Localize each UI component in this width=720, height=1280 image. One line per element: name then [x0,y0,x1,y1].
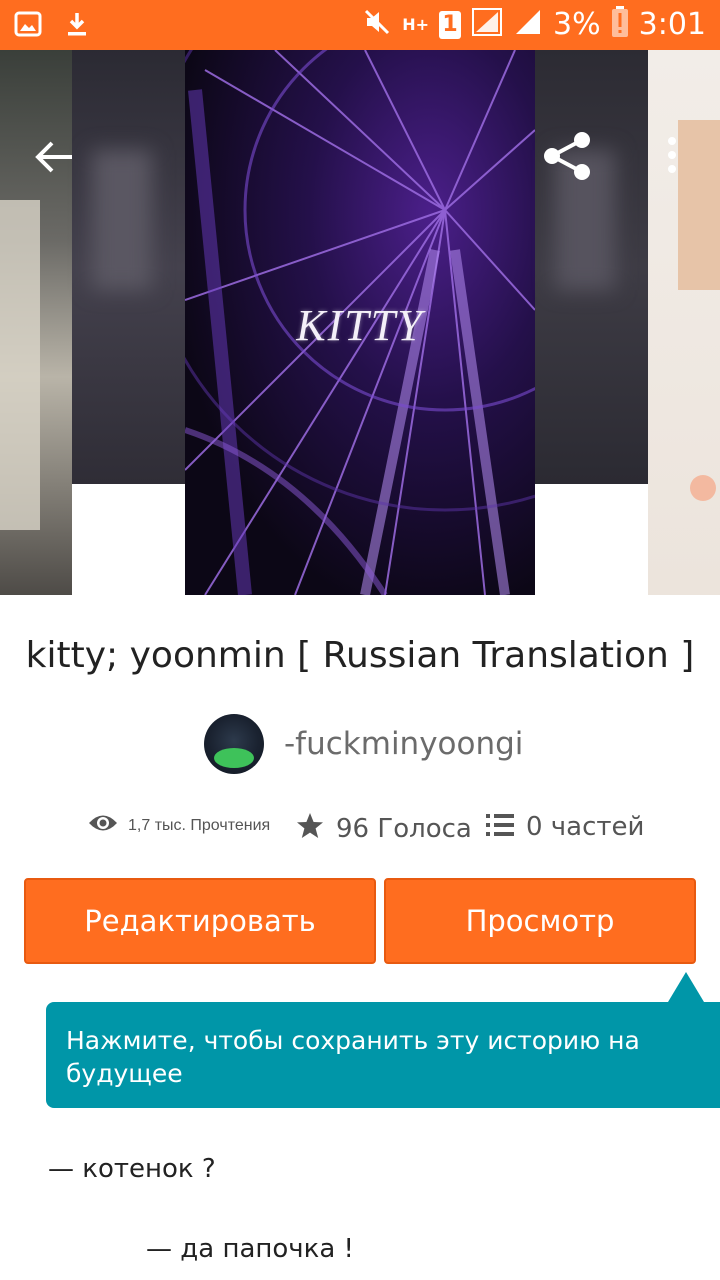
star-icon [296,812,324,845]
back-button[interactable] [34,140,74,174]
more-vert-icon [662,137,682,180]
story-cover[interactable]: KITTY [185,50,535,595]
status-bar-left [14,10,90,43]
reads-count: 1,7 тыс. Прочтения [128,816,271,834]
story-text-line: — котенок ? [48,1154,216,1184]
mute-icon [362,7,392,42]
battery-alert-icon [611,6,629,43]
cover-next[interactable] [535,50,648,484]
votes-count: 96 Голоса [336,813,472,844]
author-name[interactable]: -fuckminyoongi [284,726,523,762]
avatar[interactable] [204,714,264,774]
story-stats: 1,7 тыс. Прочтения 96 Голоса 0 частей [0,808,720,852]
cover-prev[interactable] [72,50,185,484]
gallery-icon [14,10,42,43]
cover-prev-far[interactable] [0,50,72,595]
story-title: kitty; yoonmin [ Russian Translation ] [25,635,695,676]
cover-title: KITTY [296,301,424,350]
share-button[interactable] [542,130,594,182]
story-text-line: — да папочка ! [146,1234,354,1264]
parts-count: 0 частей [526,812,645,842]
share-icon [542,132,594,186]
signal-icon [513,7,543,42]
author-row[interactable]: -fuckminyoongi [0,712,720,776]
download-icon [64,10,90,43]
edit-button[interactable]: Редактировать [24,878,376,964]
sim-icon: 1 [439,10,462,39]
view-button[interactable]: Просмотр [384,878,696,964]
votes-stat: 96 Голоса [296,812,472,845]
eye-icon [88,812,118,839]
back-arrow-icon [34,141,74,178]
status-bar: H+ 1 3% 3:01 [0,0,720,50]
battery-percent: 3% [553,7,601,42]
list-icon [486,813,514,842]
status-bar-right: H+ 1 3% 3:01 [362,6,706,43]
cover-carousel[interactable]: KITTY [0,50,720,595]
reads-stat: 1,7 тыс. Прочтения [88,812,270,839]
save-story-tooltip[interactable]: Нажмите, чтобы сохранить эту историю на … [46,1002,720,1108]
signal-icon [471,7,503,42]
clock: 3:01 [638,7,706,42]
tooltip-arrow [668,972,704,1002]
parts-stat: 0 частей [486,812,644,842]
more-options-button[interactable] [662,136,682,176]
data-icon: H+ [402,14,430,34]
cover-next-far[interactable] [648,50,720,595]
